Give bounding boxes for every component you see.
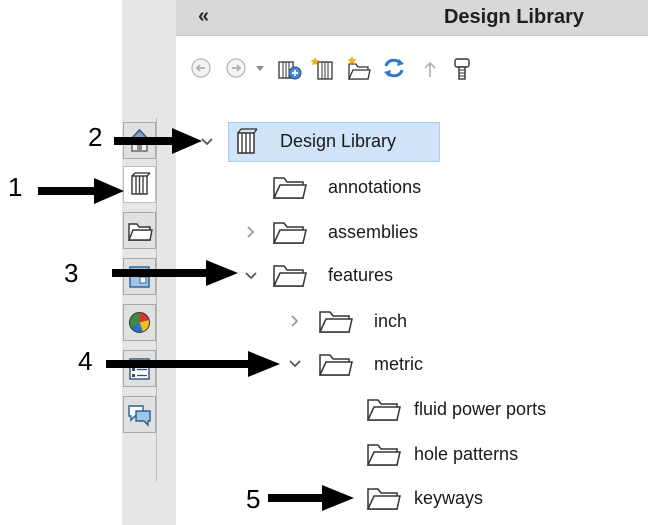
tree-item-label: keyways bbox=[414, 488, 484, 508]
tree-root-label: Design Library bbox=[280, 131, 397, 151]
tab-strip-divider bbox=[156, 118, 157, 481]
folder-icon bbox=[127, 223, 153, 241]
folder-icon bbox=[366, 488, 401, 510]
collapsed-chevron-icon[interactable] bbox=[288, 314, 302, 328]
toolbox-button[interactable] bbox=[448, 53, 476, 83]
callout-number: 1 bbox=[8, 172, 23, 202]
design-library-icon bbox=[131, 172, 151, 195]
panel-title: Design Library bbox=[443, 6, 585, 28]
callout-number: 3 bbox=[64, 258, 79, 288]
expanded-chevron-icon[interactable] bbox=[288, 357, 302, 371]
forward-button[interactable] bbox=[222, 53, 250, 83]
collapse-panel-button[interactable]: « bbox=[198, 5, 209, 28]
add-to-library-icon bbox=[278, 61, 302, 80]
folder-icon bbox=[272, 177, 307, 199]
history-dropdown-button[interactable] bbox=[250, 53, 270, 83]
tree-item-label: metric bbox=[374, 354, 423, 374]
folder-icon bbox=[318, 311, 353, 333]
toolbox-icon bbox=[454, 58, 470, 80]
callout-number: 2 bbox=[88, 122, 103, 152]
refresh-button[interactable] bbox=[380, 53, 408, 83]
tree-item-label: features bbox=[328, 265, 394, 285]
file-explorer-tab[interactable] bbox=[123, 212, 156, 249]
appearances-icon bbox=[129, 312, 150, 333]
add-to-library-button[interactable] bbox=[275, 53, 303, 83]
refresh-icon bbox=[384, 58, 404, 78]
callout-number: 5 bbox=[246, 484, 261, 514]
add-file-location-button[interactable] bbox=[310, 53, 338, 83]
new-folder-button[interactable] bbox=[345, 53, 373, 83]
folder-icon bbox=[272, 222, 307, 244]
back-icon bbox=[191, 58, 211, 78]
callout-arrow-1 bbox=[38, 178, 124, 204]
up-one-level-icon bbox=[424, 61, 436, 77]
back-button[interactable] bbox=[187, 53, 215, 83]
dropdown-icon bbox=[256, 66, 264, 71]
tree-item-label: annotations bbox=[328, 177, 422, 197]
callout-arrow-5 bbox=[268, 485, 354, 511]
callout-number: 4 bbox=[78, 346, 93, 376]
callout-arrow-4 bbox=[106, 351, 280, 377]
forum-tab[interactable] bbox=[123, 396, 156, 433]
add-file-location-icon bbox=[310, 57, 333, 80]
tree-item-label: hole patterns bbox=[414, 444, 519, 464]
tree-item-label: assemblies bbox=[328, 222, 419, 242]
design-library-icon bbox=[237, 128, 258, 154]
folder-icon bbox=[366, 399, 401, 421]
appearances-tab[interactable] bbox=[123, 304, 156, 341]
expanded-chevron-icon[interactable] bbox=[244, 269, 258, 283]
chat-bubbles-icon bbox=[128, 405, 151, 427]
tree-item-label: fluid power ports bbox=[414, 399, 547, 419]
design-library-tab[interactable] bbox=[123, 166, 156, 203]
create-new-folder-icon bbox=[347, 56, 371, 80]
collapsed-chevron-icon[interactable] bbox=[244, 225, 258, 239]
callout-arrow-2 bbox=[114, 128, 202, 154]
folder-icon bbox=[272, 265, 307, 287]
tree-item-label: inch bbox=[374, 311, 408, 331]
forward-icon bbox=[226, 58, 246, 78]
folder-icon bbox=[366, 444, 401, 466]
callout-arrow-3 bbox=[112, 260, 238, 286]
folder-icon bbox=[318, 354, 353, 376]
up-level-button[interactable] bbox=[416, 53, 444, 83]
